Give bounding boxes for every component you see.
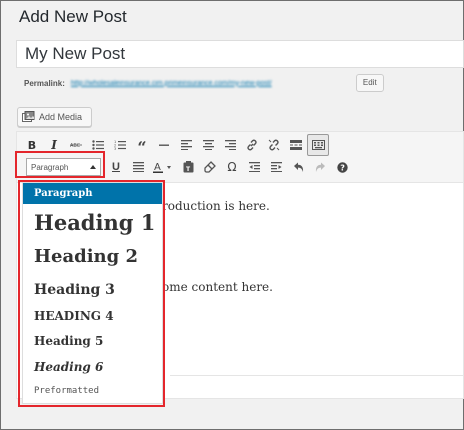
read-more-icon[interactable]	[285, 134, 307, 156]
permalink-url[interactable]: http://wholesaleinsurance.cim.primeinsur…	[71, 80, 353, 87]
format-select-highlight	[15, 151, 105, 178]
help-icon[interactable]: ?	[331, 156, 353, 178]
unlink-icon[interactable]	[263, 134, 285, 156]
numbered-list-icon[interactable]: 123	[109, 134, 131, 156]
toolbar-row-2: U A T Ω ?	[105, 156, 353, 178]
indent-icon[interactable]	[265, 156, 287, 178]
horizontal-line-icon[interactable]	[153, 134, 175, 156]
underline-icon[interactable]: U	[105, 156, 127, 178]
permalink-row: Permalink: http://wholesaleinsurance.cim…	[24, 74, 384, 92]
align-right-icon[interactable]	[219, 134, 241, 156]
paste-text-icon[interactable]: T	[177, 156, 199, 178]
add-media-icon	[22, 111, 35, 123]
special-character-icon[interactable]: Ω	[221, 156, 243, 178]
clear-formatting-icon[interactable]	[199, 156, 221, 178]
svg-text:ABC: ABC	[70, 143, 81, 149]
outdent-icon[interactable]	[243, 156, 265, 178]
permalink-label: Permalink:	[24, 78, 65, 88]
svg-text:?: ?	[340, 163, 345, 172]
justify-icon[interactable]	[127, 156, 149, 178]
format-dropdown-highlight	[18, 180, 165, 407]
align-left-icon[interactable]	[175, 134, 197, 156]
add-media-button[interactable]: Add Media	[17, 107, 92, 127]
redo-icon[interactable]	[309, 156, 331, 178]
editor-footer-divider	[170, 375, 463, 376]
undo-icon[interactable]	[287, 156, 309, 178]
text-color-icon[interactable]: A	[149, 156, 177, 178]
permalink-edit-button[interactable]: Edit	[355, 74, 384, 92]
link-icon[interactable]	[241, 134, 263, 156]
post-title-input[interactable]	[16, 40, 464, 68]
svg-text:A: A	[154, 162, 161, 173]
blockquote-icon[interactable]: “	[131, 134, 153, 156]
svg-text:3: 3	[114, 147, 116, 150]
content-line: roduction is here.	[162, 199, 270, 213]
content-line: ome content here.	[162, 280, 273, 294]
align-center-icon[interactable]	[197, 134, 219, 156]
add-media-label: Add Media	[39, 112, 83, 122]
page-title: Add New Post	[19, 7, 127, 26]
toolbar-toggle-icon[interactable]	[307, 134, 329, 156]
